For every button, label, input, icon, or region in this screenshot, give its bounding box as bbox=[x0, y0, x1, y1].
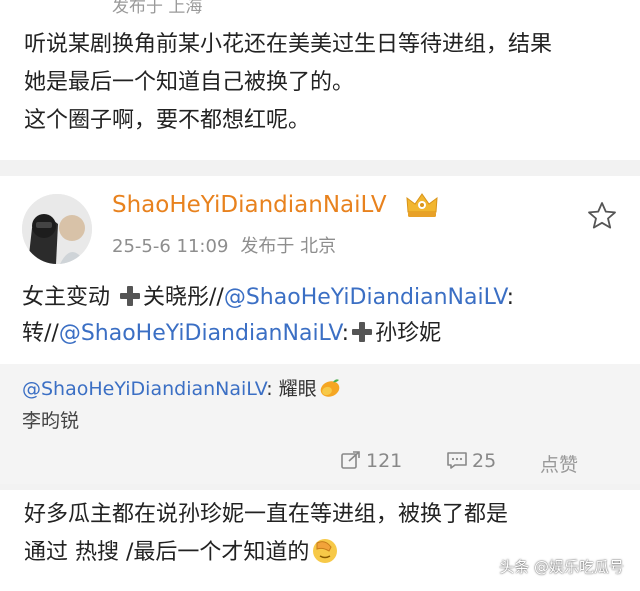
comment-icon bbox=[447, 452, 467, 469]
post-text: : bbox=[341, 321, 350, 346]
crown-badge-icon bbox=[404, 190, 440, 220]
mango-emoji-icon bbox=[319, 378, 341, 398]
post-text-line: 她是最后一个知道自己被换了的。 bbox=[24, 70, 355, 95]
repost-text-line: 李昀锐 bbox=[22, 410, 80, 432]
post-text-line: 这个圈子啊，要不都想红呢。 bbox=[24, 108, 311, 133]
post-text: 关晓彤// bbox=[143, 285, 224, 310]
caption-line: 好多瓜主都在说孙珍妮一直在等进组，被换了都是 bbox=[24, 502, 509, 527]
post-location: 发布于 北京 bbox=[240, 236, 337, 257]
username[interactable]: ShaoHeYiDiandianNaiLV bbox=[112, 192, 387, 218]
post-text: : bbox=[506, 285, 515, 310]
star-icon[interactable] bbox=[586, 200, 618, 232]
like-button[interactable]: 点赞 bbox=[540, 450, 578, 477]
mention-link[interactable]: @ShaoHeYiDiandianNaiLV bbox=[22, 378, 266, 400]
post-text: 孙珍妮 bbox=[375, 321, 442, 346]
post-text: 女主变动 bbox=[22, 285, 111, 310]
watermark: 头条 @娱乐吃瓜号 bbox=[499, 558, 624, 576]
share-button[interactable]: 121 bbox=[340, 450, 402, 472]
share-count: 121 bbox=[366, 450, 403, 472]
caption-text-span: 通过 热搜 /最后一个才知道的 bbox=[24, 540, 310, 565]
post-date: 25-5-6 11:09 bbox=[112, 236, 229, 257]
post-meta: 25-5-6 11:09 发布于 北京 bbox=[112, 232, 336, 258]
post-location: 发布于 上海 bbox=[112, 0, 203, 17]
plus-icon bbox=[120, 286, 141, 306]
repost-block[interactable]: @ShaoHeYiDiandianNaiLV: 耀眼 李昀锐 121 25 点赞 bbox=[0, 364, 640, 484]
repost-comment: : 耀眼 bbox=[266, 378, 317, 400]
facepalm-emoji-icon bbox=[311, 537, 339, 565]
action-bar: 121 25 点赞 bbox=[0, 450, 640, 478]
post-text: 听说某剧换角前某小花还在美美过生日等待进组，结果 她是最后一个知道自己被换了的。… bbox=[24, 26, 624, 140]
post-body-line: 转//@ShaoHeYiDiandianNaiLV: 孙珍妮 bbox=[22, 316, 626, 352]
mention-link[interactable]: @ShaoHeYiDiandianNaiLV bbox=[224, 285, 507, 310]
card-divider bbox=[0, 484, 640, 490]
mention-link[interactable]: @ShaoHeYiDiandianNaiLV bbox=[59, 321, 342, 346]
comment-button[interactable]: 25 bbox=[446, 450, 496, 472]
share-icon bbox=[341, 451, 360, 469]
post-text-line: 听说某剧换角前某小花还在美美过生日等待进组，结果 bbox=[24, 32, 553, 57]
post-body: 女主变动 关晓彤//@ShaoHeYiDiandianNaiLV: 转//@Sh… bbox=[22, 280, 626, 352]
post-body-line: 女主变动 关晓彤//@ShaoHeYiDiandianNaiLV: bbox=[22, 280, 626, 316]
avatar[interactable] bbox=[22, 194, 92, 264]
previous-post-card: 发布于 上海 听说某剧换角前某小花还在美美过生日等待进组，结果 她是最后一个知道… bbox=[0, 0, 640, 160]
post-text: 转// bbox=[22, 321, 59, 346]
weibo-post-card: ShaoHeYiDiandianNaiLV 25-5-6 11:09 发布于 北京… bbox=[0, 176, 640, 484]
card-divider bbox=[0, 160, 640, 176]
repost-text: @ShaoHeYiDiandianNaiLV: 耀眼 bbox=[22, 374, 341, 401]
plus-icon bbox=[352, 322, 373, 342]
comment-count: 25 bbox=[472, 450, 497, 472]
like-label: 点赞 bbox=[540, 454, 579, 476]
